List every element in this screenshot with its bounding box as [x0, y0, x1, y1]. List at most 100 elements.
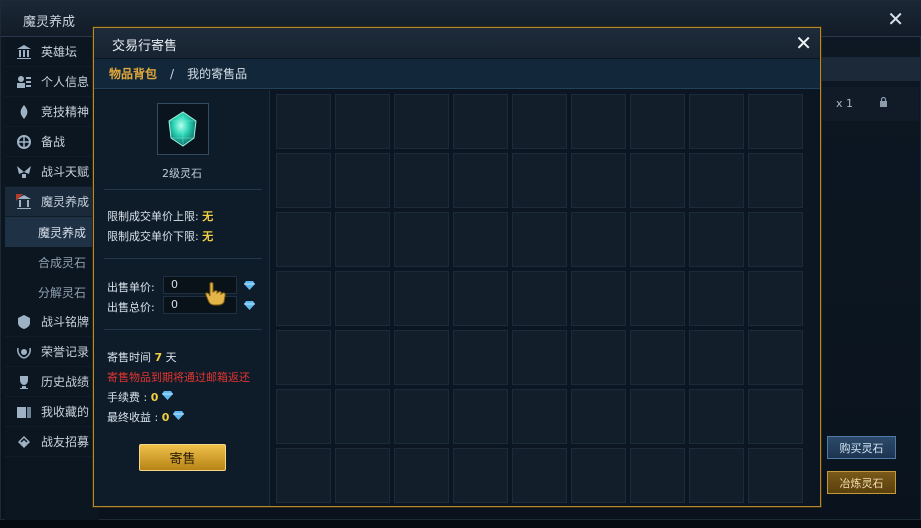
sidebar-item-recruit[interactable]: 战友招募 [5, 427, 99, 457]
inventory-slot[interactable] [689, 448, 744, 503]
recruit-icon [15, 433, 33, 451]
sidebar-item-hero-altar[interactable]: 英雄坛 [5, 37, 99, 67]
inventory-slot[interactable] [689, 389, 744, 444]
inventory-slot[interactable] [394, 212, 449, 267]
inventory-slot[interactable] [453, 271, 508, 326]
inventory-slot[interactable] [394, 271, 449, 326]
sidebar-item-prepare[interactable]: 备战 [5, 127, 99, 157]
sidebar-item-talent[interactable]: 战斗天赋 [5, 157, 99, 187]
inventory-slot[interactable] [394, 153, 449, 208]
inventory-slot[interactable] [571, 94, 626, 149]
inventory-slot[interactable] [453, 153, 508, 208]
inventory-slot[interactable] [394, 330, 449, 385]
sidebar-item-profile[interactable]: 个人信息 [5, 67, 99, 97]
inventory-slot[interactable] [335, 330, 390, 385]
inventory-slot[interactable] [394, 389, 449, 444]
inventory-slot[interactable] [335, 153, 390, 208]
inventory-slot[interactable] [748, 94, 803, 149]
inventory-slot[interactable] [512, 330, 567, 385]
inventory-slot[interactable] [630, 330, 685, 385]
fee-row: 手续费 : 0 [107, 389, 158, 405]
inventory-slot[interactable] [689, 94, 744, 149]
earnings-row: 最终收益 : 0 [107, 409, 169, 425]
inventory-slot[interactable] [335, 448, 390, 503]
inventory-slot[interactable] [512, 448, 567, 503]
inventory-slot[interactable] [453, 389, 508, 444]
inventory-slot[interactable] [335, 271, 390, 326]
inventory-slot[interactable] [276, 448, 331, 503]
inventory-slot[interactable] [571, 389, 626, 444]
inventory-slot[interactable] [630, 271, 685, 326]
inventory-slot[interactable] [630, 212, 685, 267]
sidebar-item-honor[interactable]: 荣誉记录 [5, 337, 99, 367]
inventory-slot[interactable] [630, 448, 685, 503]
min-price-row: 限制成交单价下限: 无 [107, 228, 213, 244]
inventory-slot[interactable] [571, 212, 626, 267]
sidebar-item-demon-spirit[interactable]: 魔灵养成 [5, 187, 99, 217]
inventory-slot[interactable] [453, 94, 508, 149]
inventory-slot[interactable] [630, 389, 685, 444]
inventory-slot[interactable] [276, 389, 331, 444]
inventory-slot[interactable] [748, 271, 803, 326]
inventory-slot[interactable] [571, 448, 626, 503]
inventory-slot[interactable] [276, 153, 331, 208]
inventory-slot[interactable] [512, 389, 567, 444]
background-stone-slot[interactable]: x 1 [821, 87, 919, 121]
sell-button[interactable]: 寄售 [139, 444, 226, 471]
inventory-slot[interactable] [394, 94, 449, 149]
sidebar-subitem-demon-spirit[interactable]: 魔灵养成 [5, 217, 99, 247]
inventory-slot[interactable] [453, 448, 508, 503]
profile-icon [15, 73, 33, 91]
inventory-slot[interactable] [571, 330, 626, 385]
inventory-slot[interactable] [571, 271, 626, 326]
wings-icon [15, 163, 33, 181]
tab-my-consignments[interactable]: 我的寄售品 [187, 65, 247, 82]
spirit-stone-icon [168, 111, 197, 147]
item-name: 2级灵石 [162, 167, 202, 180]
buy-stone-button[interactable]: 购买灵石 [827, 436, 896, 459]
inventory-slot[interactable] [512, 153, 567, 208]
inventory-slot[interactable] [512, 271, 567, 326]
sidebar-item-spirit[interactable]: 竞技精神 [5, 97, 99, 127]
inventory-slot[interactable] [276, 212, 331, 267]
inventory-slot[interactable] [689, 153, 744, 208]
inventory-slot[interactable] [394, 448, 449, 503]
refine-stone-button[interactable]: 冶炼灵石 [827, 471, 896, 494]
inventory-slot[interactable] [748, 448, 803, 503]
inventory-slot[interactable] [453, 212, 508, 267]
inventory-slot[interactable] [630, 94, 685, 149]
inventory-slot[interactable] [512, 94, 567, 149]
background-close-icon[interactable]: ✕ [887, 7, 904, 31]
inventory-slot[interactable] [748, 212, 803, 267]
duration-unit: 天 [165, 351, 177, 364]
sidebar-item-history[interactable]: 历史战绩 [5, 367, 99, 397]
inventory-slot[interactable] [689, 271, 744, 326]
inventory-slot[interactable] [335, 212, 390, 267]
selected-item-slot[interactable] [157, 103, 209, 155]
sidebar-item-collection[interactable]: 我收藏的 [5, 397, 99, 427]
inventory-slot[interactable] [748, 389, 803, 444]
inventory-slot[interactable] [630, 153, 685, 208]
tab-item-bag[interactable]: 物品背包 [109, 65, 157, 82]
inventory-slot[interactable] [276, 94, 331, 149]
inventory-slot[interactable] [512, 212, 567, 267]
return-warning: 寄售物品到期将通过邮箱返还 [107, 371, 250, 384]
inventory-slot[interactable] [571, 153, 626, 208]
divider [104, 329, 262, 330]
sidebar-item-label: 备战 [41, 135, 66, 149]
sidebar-subitem-decompose-stone[interactable]: 分解灵石 [5, 277, 99, 307]
inventory-slot[interactable] [335, 389, 390, 444]
sidebar-subitem-compose-stone[interactable]: 合成灵石 [5, 247, 99, 277]
inventory-slot[interactable] [748, 153, 803, 208]
inventory-slot[interactable] [276, 271, 331, 326]
globe-icon [15, 133, 33, 151]
sidebar-item-nameplate[interactable]: 战斗铭牌 [5, 307, 99, 337]
inventory-slot[interactable] [335, 94, 390, 149]
inventory-slot[interactable] [689, 330, 744, 385]
inventory-slot[interactable] [453, 330, 508, 385]
sidebar-item-label: 个人信息 [41, 75, 90, 89]
inventory-slot[interactable] [748, 330, 803, 385]
inventory-slot[interactable] [689, 212, 744, 267]
inventory-slot[interactable] [276, 330, 331, 385]
modal-close-icon[interactable]: ✕ [795, 31, 812, 55]
